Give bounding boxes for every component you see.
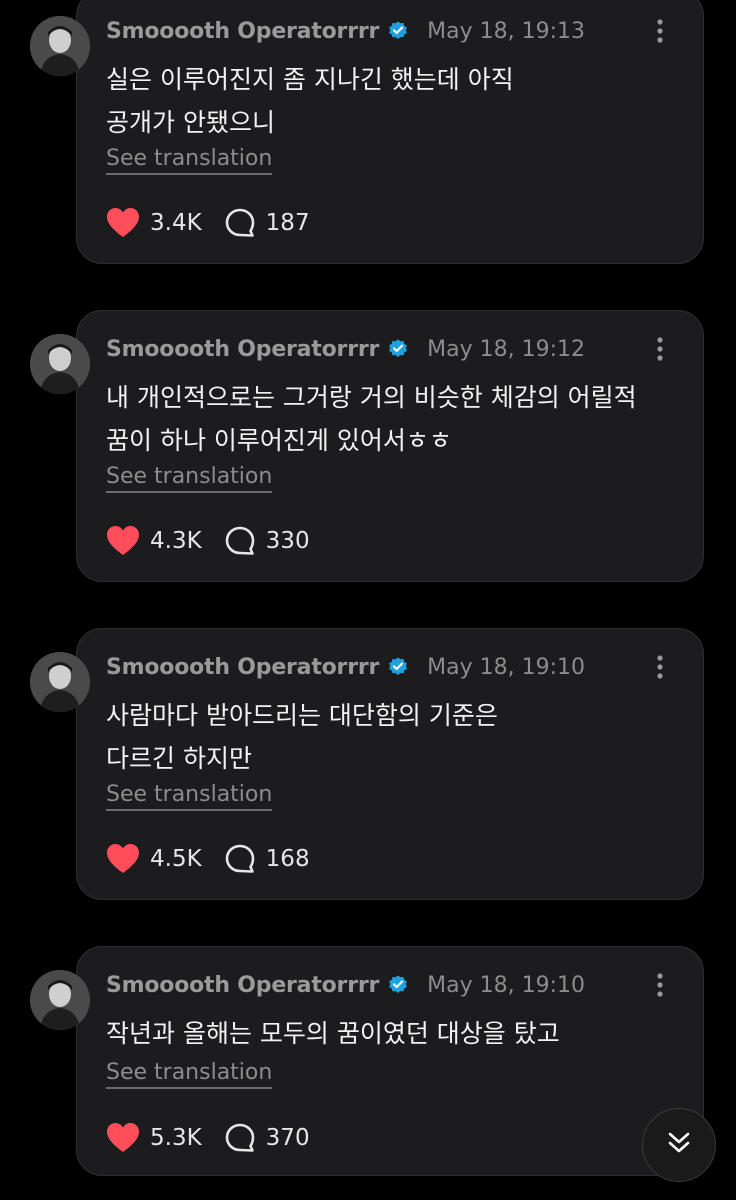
post-stats: 5.3K 370 [106, 1120, 310, 1156]
post-timestamp: May 18, 19:10 [427, 654, 586, 680]
verified-badge-icon [387, 974, 409, 996]
see-translation-link[interactable]: See translation [106, 464, 273, 493]
post-timestamp: May 18, 19:12 [427, 336, 586, 362]
post-timestamp: May 18, 19:10 [427, 972, 586, 998]
reply-count: 187 [265, 210, 310, 236]
avatar[interactable] [30, 970, 90, 1030]
heart-icon [106, 207, 140, 239]
username[interactable]: Smooooth Operatorrrr [106, 973, 379, 998]
reply-count: 370 [265, 1125, 310, 1151]
see-translation-link[interactable]: See translation [106, 1060, 273, 1089]
see-translation-link[interactable]: See translation [106, 782, 273, 811]
post-text: 사람마다 받아드리는 대단함의 기준은 다르긴 하지만 [106, 701, 498, 773]
post-stats: 3.4K 187 [106, 205, 310, 241]
post-header: Smooooth Operatorrrr May 18, 19:12 [106, 334, 585, 364]
username[interactable]: Smooooth Operatorrrr [106, 655, 379, 680]
post-text: 실은 이루어진지 좀 지나긴 했는데 아직 공개가 안됐으니 [106, 65, 514, 137]
speech-bubble-icon [224, 843, 256, 875]
speech-bubble-icon [224, 207, 256, 239]
verified-badge-icon [387, 20, 409, 42]
username[interactable]: Smooooth Operatorrrr [106, 19, 379, 44]
post-stats: 4.5K 168 [106, 841, 310, 877]
reply-button[interactable]: 168 [224, 843, 310, 875]
heart-icon [106, 525, 140, 557]
post-header: Smooooth Operatorrrr May 18, 19:13 [106, 16, 585, 46]
post-text: 내 개인적으로는 그거랑 거의 비슷한 체감의 어릴적 꿈이 하나 이루어진게 … [106, 383, 637, 455]
post-timestamp: May 18, 19:13 [427, 18, 586, 44]
like-count: 4.5K [150, 846, 202, 872]
double-chevron-down-icon [664, 1128, 694, 1162]
like-button[interactable]: 4.5K [106, 843, 224, 875]
heart-icon [106, 1122, 140, 1154]
reply-count: 168 [265, 846, 310, 872]
post-stats: 4.3K 330 [106, 523, 310, 559]
like-count: 5.3K [150, 1125, 202, 1151]
more-vertical-icon[interactable] [648, 16, 672, 46]
reply-button[interactable]: 370 [224, 1122, 310, 1154]
reply-button[interactable]: 330 [224, 525, 310, 557]
like-count: 4.3K [150, 528, 202, 554]
post-text: 작년과 올해는 모두의 꿈이였던 대상을 탔고 [106, 1019, 560, 1048]
more-vertical-icon[interactable] [648, 652, 672, 682]
like-button[interactable]: 5.3K [106, 1122, 224, 1154]
post-header: Smooooth Operatorrrr May 18, 19:10 [106, 652, 585, 682]
speech-bubble-icon [224, 1122, 256, 1154]
more-vertical-icon[interactable] [648, 970, 672, 1000]
post-header: Smooooth Operatorrrr May 18, 19:10 [106, 970, 585, 1000]
username[interactable]: Smooooth Operatorrrr [106, 337, 379, 362]
verified-badge-icon [387, 656, 409, 678]
more-vertical-icon[interactable] [648, 334, 672, 364]
speech-bubble-icon [224, 525, 256, 557]
thread-feed: Smooooth Operatorrrr May 18, 19:13 실은 이루… [0, 0, 736, 1200]
heart-icon [106, 843, 140, 875]
like-button[interactable]: 4.3K [106, 525, 224, 557]
reply-button[interactable]: 187 [224, 207, 310, 239]
like-count: 3.4K [150, 210, 202, 236]
avatar[interactable] [30, 16, 90, 76]
reply-count: 330 [265, 528, 310, 554]
like-button[interactable]: 3.4K [106, 207, 224, 239]
scroll-to-bottom-button[interactable] [642, 1108, 716, 1182]
avatar[interactable] [30, 652, 90, 712]
verified-badge-icon [387, 338, 409, 360]
avatar[interactable] [30, 334, 90, 394]
see-translation-link[interactable]: See translation [106, 146, 273, 175]
